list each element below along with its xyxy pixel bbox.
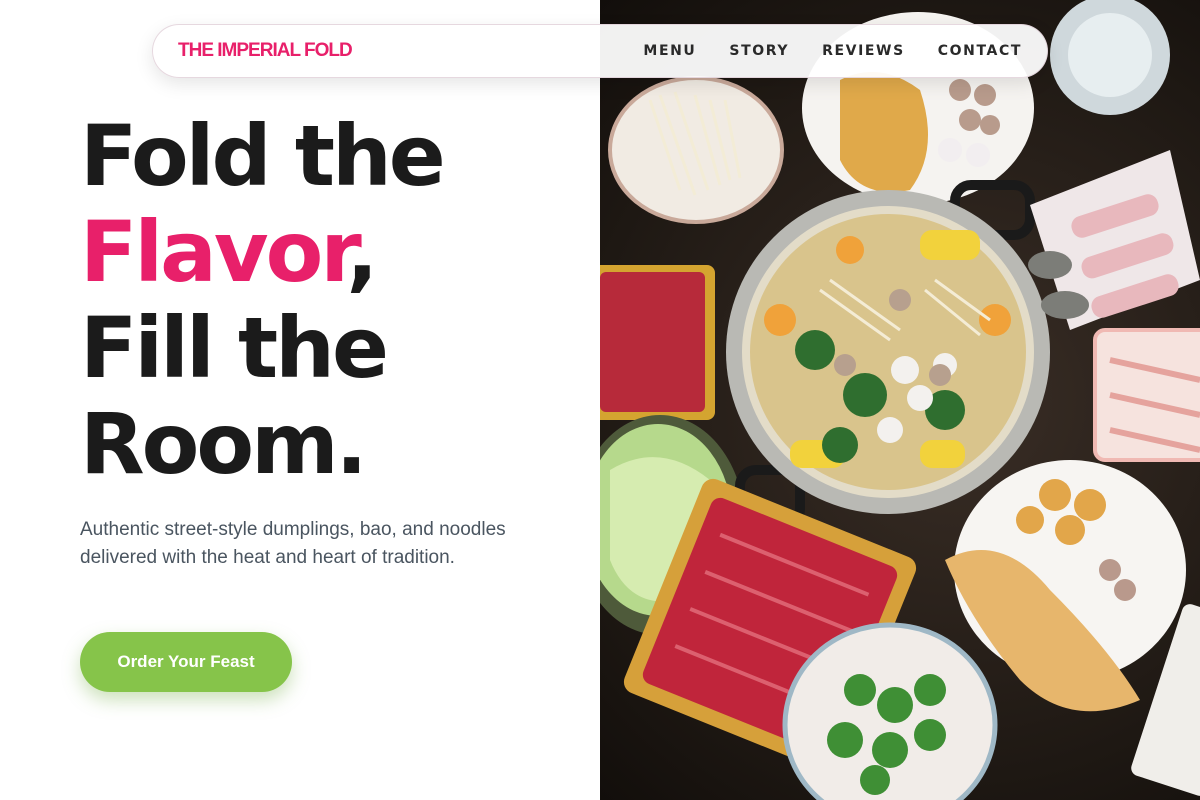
brand-logo[interactable]: THE IMPERIAL FOLD	[178, 40, 353, 62]
hero-food-photo	[600, 0, 1200, 800]
headline-line-4: Room.	[80, 395, 368, 493]
nav-link-story[interactable]: STORY	[729, 43, 789, 59]
nav-link-menu[interactable]: MENU	[643, 43, 696, 59]
hero-subtitle: Authentic street-style dumplings, bao, a…	[80, 519, 506, 568]
order-feast-button[interactable]: Order Your Feast	[80, 632, 292, 692]
nav-link-contact[interactable]: CONTACT	[938, 43, 1022, 59]
nav-link-reviews[interactable]: REVIEWS	[822, 43, 905, 59]
headline-line-1: Fold the	[80, 107, 446, 205]
headline-accent-word: Flavor	[80, 203, 349, 301]
nav-links: MENU STORY REVIEWS CONTACT	[643, 43, 1022, 59]
headline-line-2: Flavor,	[80, 204, 443, 300]
hero-headline: Fold the Flavor, Fill the Room.	[80, 107, 446, 493]
top-navbar: THE IMPERIAL FOLD MENU STORY REVIEWS CON…	[152, 24, 1048, 78]
headline-comma: ,	[346, 203, 378, 301]
headline-line-3: Fill the	[80, 299, 389, 397]
